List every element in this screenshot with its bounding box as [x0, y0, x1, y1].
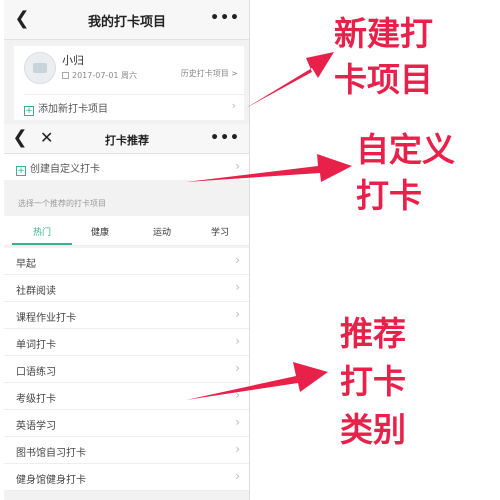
tab-sports[interactable]: 运动 [142, 225, 182, 238]
more-dots-icon[interactable]: ••• [210, 130, 240, 146]
plus-box-icon: + [16, 166, 26, 176]
list-item-label: 考级打卡 [16, 394, 56, 405]
tab-health[interactable]: 健康 [80, 225, 120, 238]
recommend-list: 早起 › 社群阅读 › 课程作业打卡 › 单词打卡 › 口语练习 › 考级打卡 › 英语学习… [4, 248, 249, 491]
task-date-text: 2017-07-01 周六 [72, 71, 138, 80]
hint-text: 选择一个推荐的打卡项目 [18, 199, 106, 208]
annotation-line: 卡项目 [334, 60, 433, 99]
calendar-icon [62, 72, 69, 79]
list-item[interactable]: 健身馆健身打卡 › [4, 464, 249, 491]
chevron-right-icon: › [235, 442, 240, 456]
list-item[interactable]: 英语学习 › [4, 410, 249, 437]
chevron-right-icon: › [231, 99, 236, 112]
top-nav-bar: ❮ 我的打卡项目 ••• [4, 0, 249, 40]
tab-hot[interactable]: 热门 [22, 225, 62, 238]
list-item-label: 早起 [16, 259, 36, 270]
create-custom-label: + 创建自定义打卡 [16, 160, 100, 176]
chevron-right-icon: › [235, 159, 240, 173]
annotation-line: 打卡 [340, 362, 406, 401]
divider [24, 94, 244, 95]
add-project-button[interactable]: + 添加新打卡项目 [24, 100, 108, 116]
tab-study[interactable]: 学习 [200, 225, 240, 238]
list-item[interactable]: 早起 › [4, 248, 249, 275]
avatar[interactable] [24, 52, 56, 84]
list-item-label: 图书馆自习打卡 [16, 448, 86, 459]
chevron-right-icon: › [235, 307, 240, 321]
add-project-label: 添加新打卡项目 [38, 104, 108, 115]
list-item[interactable]: 图书馆自习打卡 › [4, 437, 249, 464]
list-item[interactable]: 课程作业打卡 › [4, 302, 249, 329]
chevron-right-icon: › [235, 361, 240, 375]
recommend-nav-bar: ❮ ✕ 打卡推荐 ••• [4, 124, 249, 154]
annotation-line: 新建打 [334, 14, 433, 53]
phone-screens: ❮ 我的打卡项目 ••• 小归 2017-07-01 周六 历史打卡项目 > +… [4, 0, 250, 500]
list-item-label: 课程作业打卡 [16, 313, 76, 324]
chevron-right-icon: › [235, 469, 240, 483]
annotation-custom-checkin: 自定义 打卡 [356, 130, 455, 216]
list-item[interactable]: 社群阅读 › [4, 275, 249, 302]
list-item[interactable]: 单词打卡 › [4, 329, 249, 356]
checkin-card: 小归 2017-07-01 周六 历史打卡项目 > + 添加新打卡项目 › [14, 46, 244, 120]
chevron-right-icon: › [235, 388, 240, 402]
annotation-line: 打卡 [356, 176, 422, 215]
annotation-line: 类别 [340, 410, 406, 449]
plus-box-icon: + [24, 106, 34, 116]
list-item[interactable]: 考级打卡 › [4, 383, 249, 410]
task-name[interactable]: 小归 [62, 52, 84, 68]
list-item-label: 社群阅读 [16, 286, 56, 297]
list-item[interactable]: 口语练习 › [4, 356, 249, 383]
list-item-label: 健身馆健身打卡 [16, 475, 86, 486]
chevron-right-icon: › [235, 253, 240, 267]
more-dots-icon[interactable]: ••• [210, 10, 240, 26]
annotation-categories: 推荐 打卡 类别 [340, 314, 406, 450]
create-custom-text: 创建自定义打卡 [30, 164, 100, 175]
list-item-label: 英语学习 [16, 421, 56, 432]
arrow-new-project [246, 52, 334, 108]
chevron-right-icon: › [235, 280, 240, 294]
create-custom-button[interactable]: + 创建自定义打卡 › [4, 154, 249, 180]
task-date: 2017-07-01 周六 [62, 70, 137, 81]
active-tab-indicator [12, 243, 72, 245]
annotation-line: 推荐 [340, 314, 406, 353]
category-tabs: 热门 健康 运动 学习 [4, 216, 249, 246]
annotation-new-project: 新建打 卡项目 [334, 14, 433, 100]
history-link[interactable]: 历史打卡项目 > [181, 68, 238, 79]
chevron-right-icon: › [235, 415, 240, 429]
list-item-label: 单词打卡 [16, 340, 56, 351]
list-item-label: 口语练习 [16, 367, 56, 378]
chevron-right-icon: › [235, 334, 240, 348]
annotation-line: 自定义 [356, 130, 455, 169]
